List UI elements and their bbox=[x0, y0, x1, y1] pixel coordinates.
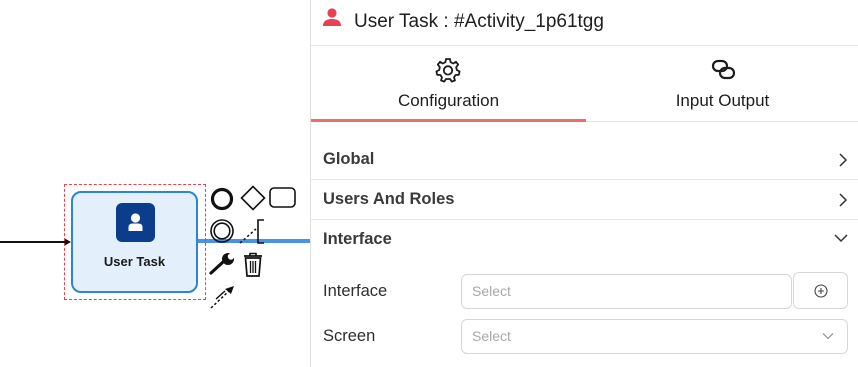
screen-field-label: Screen bbox=[323, 327, 376, 345]
tab-configuration[interactable]: Configuration bbox=[311, 47, 586, 122]
user-task-element[interactable]: User Task bbox=[71, 191, 198, 293]
chevron-down-icon bbox=[834, 234, 848, 243]
chevron-right-icon bbox=[839, 193, 848, 207]
screen-select-placeholder: Select bbox=[472, 328, 511, 344]
gear-icon bbox=[435, 58, 461, 83]
gateway-icon[interactable] bbox=[240, 185, 266, 211]
connect-icon[interactable] bbox=[208, 283, 238, 311]
section-interface[interactable]: Interface bbox=[311, 220, 858, 260]
interface-select-placeholder: Select bbox=[472, 283, 511, 299]
chevron-down-icon bbox=[822, 333, 834, 340]
chevron-right-icon bbox=[839, 153, 848, 167]
panel-header: User Task : #Activity_1p61tgg bbox=[311, 0, 858, 46]
screen-select[interactable]: Select bbox=[461, 319, 848, 354]
user-icon bbox=[116, 203, 155, 242]
interface-field-label: Interface bbox=[323, 282, 388, 300]
wrench-icon[interactable] bbox=[208, 251, 238, 277]
trash-icon[interactable] bbox=[241, 251, 265, 279]
diagram-canvas[interactable]: User Task bbox=[0, 0, 310, 367]
tab-input-output[interactable]: Input Output bbox=[586, 47, 858, 122]
intermediate-event-icon[interactable] bbox=[209, 218, 235, 244]
task-label: User Task bbox=[103, 254, 166, 269]
section-users-title: Users And Roles bbox=[323, 190, 455, 208]
add-interface-button[interactable] bbox=[793, 272, 848, 309]
tab-input-output-label: Input Output bbox=[675, 91, 770, 110]
interface-select[interactable]: Select bbox=[461, 274, 792, 309]
properties-panel: User Task : #Activity_1p61tgg Configurat… bbox=[310, 0, 858, 367]
panel-title: User Task : #Activity_1p61tgg bbox=[354, 11, 604, 32]
active-tab-indicator bbox=[311, 119, 586, 122]
text-annotation-icon[interactable] bbox=[238, 218, 268, 246]
section-interface-title: Interface bbox=[323, 230, 392, 248]
user-icon bbox=[323, 8, 341, 26]
sequence-flow[interactable] bbox=[0, 241, 66, 243]
end-event-icon[interactable] bbox=[209, 186, 235, 212]
link-icon bbox=[711, 59, 736, 80]
tab-configuration-label: Configuration bbox=[397, 91, 500, 110]
plus-circle-icon bbox=[814, 284, 828, 298]
task-icon[interactable] bbox=[269, 187, 297, 209]
section-global-title: Global bbox=[323, 150, 375, 168]
section-global[interactable]: Global bbox=[311, 140, 858, 180]
section-users-and-roles[interactable]: Users And Roles bbox=[311, 180, 858, 220]
